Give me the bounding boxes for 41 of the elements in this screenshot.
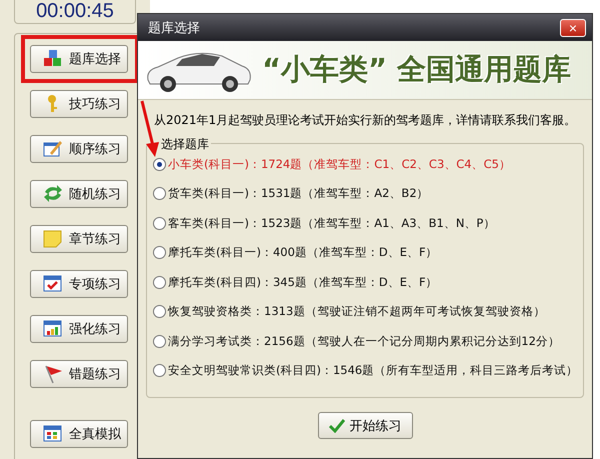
radio-option[interactable]: 摩托车类(科目四)：345题（准驾车型：D、E、F） — [153, 274, 438, 290]
banner-title: “小车类” 全国通用题库 — [262, 51, 572, 88]
radio-option[interactable]: 安全文明驾驶常识类(科目四)：1546题（所有车型适用，科目三路考后考试） — [153, 362, 578, 378]
sidebar-button[interactable]: 全真模拟 — [30, 420, 128, 448]
radio-button[interactable] — [153, 364, 166, 377]
start-button[interactable]: 开始练习 — [318, 412, 412, 439]
cubes-icon — [43, 49, 63, 69]
sidebar-button[interactable]: 章节练习 — [30, 225, 128, 253]
radio-button[interactable] — [153, 334, 166, 348]
checkbox-icon — [43, 274, 63, 294]
radio-option[interactable]: 客车类(科目一)：1523题（准驾车型：A1、A3、B1、N、P） — [153, 215, 496, 231]
pencil-icon — [43, 139, 63, 159]
bar-chart-icon — [43, 319, 63, 339]
grid-icon — [43, 424, 63, 444]
sidebar-button[interactable]: 题库选择 — [30, 45, 128, 73]
radio-option[interactable]: 满分学习考试类：2156题（驾驶人在一个记分周期内累积记分达到12分） — [153, 333, 560, 349]
radio-option[interactable]: 摩托车类(科目一)：400题（准驾车型：D、E、F） — [153, 244, 438, 260]
timer-text: 00:00:45 — [36, 0, 114, 23]
radio-button[interactable] — [153, 246, 166, 259]
check-icon — [328, 418, 344, 432]
sidebar-button[interactable]: 顺序练习 — [30, 135, 128, 163]
arrows-icon — [43, 184, 63, 204]
dialog-title: 题库选择 — [148, 20, 200, 36]
sidebar-button[interactable]: 技巧练习 — [30, 90, 128, 118]
notice-text: 从2021年1月起驾驶员理论考试开始实行新的驾考题库，详情请联系我们客服。 — [153, 112, 578, 129]
radio-button[interactable] — [153, 187, 166, 200]
sidebar-button[interactable]: 强化练习 — [30, 315, 128, 343]
flag-icon — [43, 364, 63, 384]
radio-option[interactable]: 小车类(科目一)：1724题（准驾车型：C1、C2、C3、C4、C5） — [153, 156, 511, 172]
radio-button[interactable] — [153, 276, 166, 288]
close-button[interactable]: × — [560, 18, 586, 36]
group-label: 选择题库 — [159, 136, 211, 153]
note-icon — [43, 229, 63, 249]
sidebar-button[interactable]: 随机练习 — [30, 180, 128, 208]
radio-button[interactable] — [153, 305, 166, 318]
radio-option[interactable]: 恢复驾驶资格类：1313题（驾驶证注销不超两年可考试恢复驾驶资格） — [153, 304, 546, 320]
radio-button[interactable] — [153, 158, 166, 170]
sidebar-button[interactable]: 错题练习 — [30, 360, 128, 388]
sidebar-button[interactable]: 专项练习 — [30, 270, 128, 298]
radio-option[interactable]: 货车类(科目一)：1531题（准驾车型：A2、B2） — [153, 186, 429, 202]
radio-button[interactable] — [153, 216, 166, 230]
